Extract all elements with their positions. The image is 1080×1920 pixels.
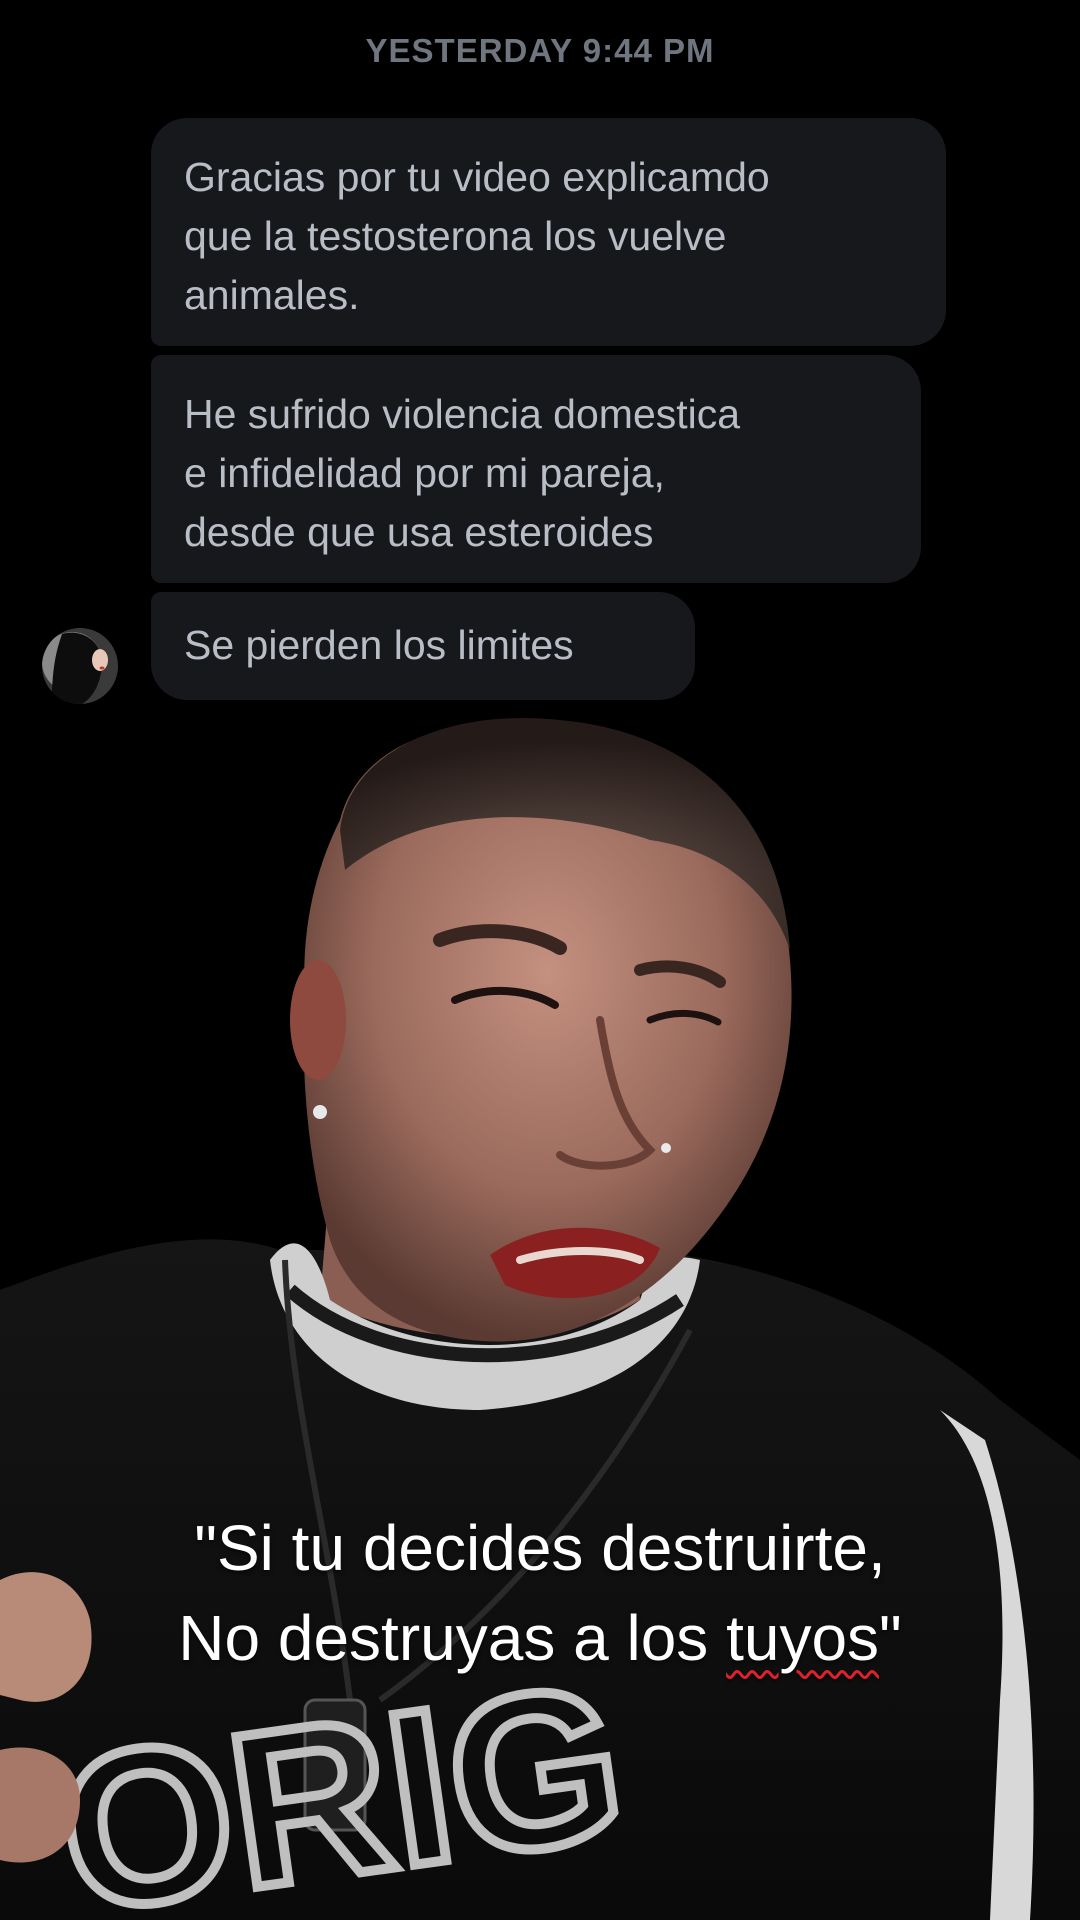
sender-avatar[interactable]	[42, 628, 118, 704]
message-bubble[interactable]: He sufrido violencia domestica e infidel…	[151, 355, 921, 583]
video-frame: YESTERDAY 9:44 PM Gracias por tu video e…	[0, 0, 1080, 1920]
caption-line-2-start: No destruyas a los	[178, 1602, 727, 1674]
avatar-image	[42, 628, 118, 704]
caption-line-2: No destruyas a los tuyos"	[0, 1593, 1080, 1683]
caption-line-2-end: "	[879, 1602, 902, 1674]
message-bubble[interactable]: Se pierden los limites	[151, 592, 695, 700]
caption-misspelled-word: tuyos	[726, 1602, 880, 1674]
caption-line-1: "Si tu decides destruirte,	[194, 1512, 886, 1584]
person-video: ORIG	[0, 717, 1080, 1920]
message-timestamp: YESTERDAY 9:44 PM	[365, 32, 715, 69]
message-bubble[interactable]: Gracias por tu video explicamdo que la t…	[151, 118, 946, 346]
video-caption: "Si tu decides destruirte, No destruyas …	[0, 1503, 1080, 1683]
